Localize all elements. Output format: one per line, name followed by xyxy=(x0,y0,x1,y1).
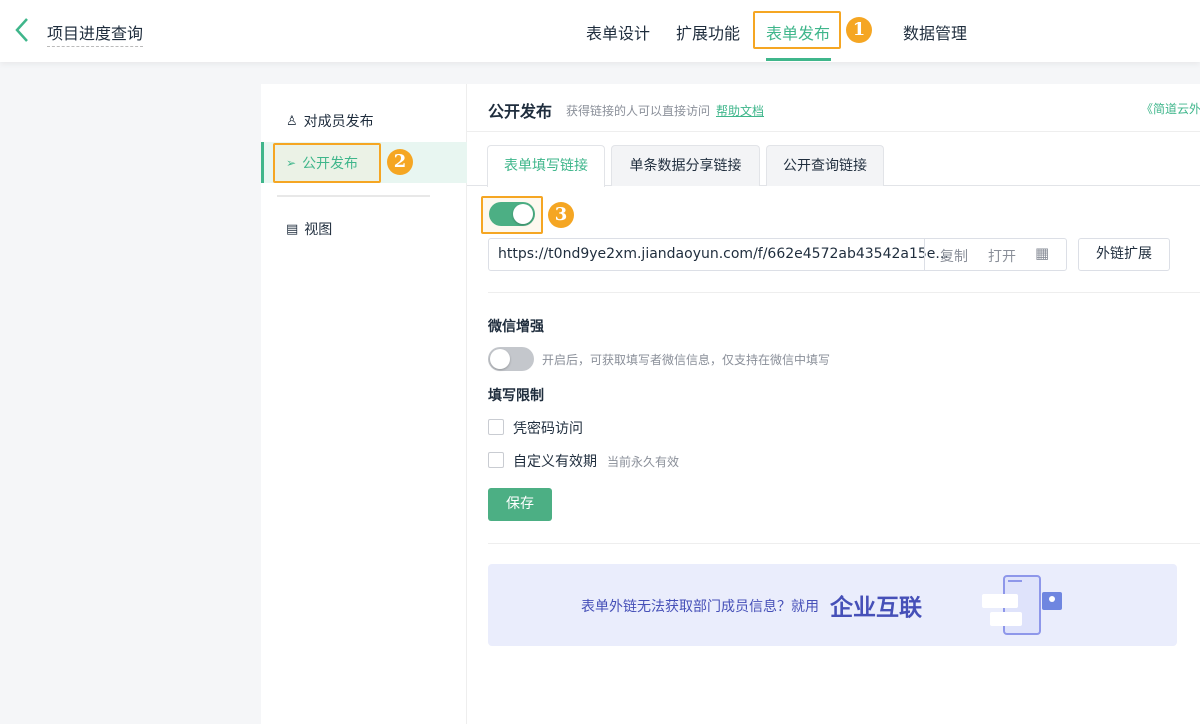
top-header: 项目进度查询 表单设计 扩展功能 表单发布 1 数据管理 xyxy=(0,0,1200,62)
page-title: 公开发布 xyxy=(488,102,553,121)
user-share-icon: ♙ xyxy=(286,113,298,129)
save-button[interactable]: 保存 xyxy=(488,488,552,521)
help-doc-link[interactable]: 帮助文档 xyxy=(716,102,764,119)
tab-share-link[interactable]: 单条数据分享链接 xyxy=(611,145,760,186)
password-checkbox[interactable] xyxy=(488,419,504,435)
validity-note: 当前永久有效 xyxy=(607,455,680,469)
enterprise-illustration-icon xyxy=(982,575,1062,635)
annotation-badge-2: 2 xyxy=(387,149,413,175)
copy-button[interactable]: 复制 xyxy=(940,246,968,266)
wechat-desc: 开启后，可获取填写者微信信息，仅支持在微信中填写 xyxy=(542,353,831,367)
validity-label: 自定义有效期 xyxy=(513,454,597,470)
nav-form-design[interactable]: 表单设计 xyxy=(586,20,650,44)
banner-text: 表单外链无法获取部门成员信息？就用 xyxy=(581,599,819,615)
back-chevron-icon[interactable] xyxy=(12,16,32,44)
send-icon: ➢ xyxy=(286,156,297,170)
wechat-title: 微信增强 xyxy=(488,319,544,335)
active-nav-underline xyxy=(766,58,831,61)
limit-title: 填写限制 xyxy=(488,388,544,404)
nav-form-publish[interactable]: 表单发布 xyxy=(766,20,830,44)
qrcode-icon[interactable]: ▦ xyxy=(1035,244,1049,262)
divider xyxy=(924,239,925,270)
banner-highlight: 企业互联 xyxy=(830,595,922,621)
url-text[interactable]: https://t0nd9ye2xm.jiandaoyun.com/f/662e… xyxy=(498,246,949,262)
sidebar-item-label: 视图 xyxy=(304,222,333,238)
sidebar-item-views[interactable]: ▤ 视图 xyxy=(286,219,332,239)
sidebar-item-label: 公开发布 xyxy=(302,156,359,172)
sidebar-item-label: 对成员发布 xyxy=(303,114,374,130)
list-icon: ▤ xyxy=(286,221,299,237)
sidebar-item-publish-members[interactable]: ♙ 对成员发布 xyxy=(286,111,374,131)
validity-checkbox[interactable] xyxy=(488,452,504,468)
page-subtitle: 获得链接的人可以直接访问 xyxy=(566,104,711,118)
nav-extensions[interactable]: 扩展功能 xyxy=(676,20,740,44)
nav-data-management[interactable]: 数据管理 xyxy=(903,20,967,44)
sidebar-item-public-publish[interactable]: ➢ 公开发布 xyxy=(286,153,358,173)
tab-query-link[interactable]: 公开查询链接 xyxy=(766,145,884,186)
link-enabled-toggle[interactable] xyxy=(489,202,535,226)
tab-fill-link[interactable]: 表单填写链接 xyxy=(487,145,605,187)
divider xyxy=(488,543,1200,544)
extend-link-button[interactable]: 外链扩展 xyxy=(1078,238,1170,271)
url-field: https://t0nd9ye2xm.jiandaoyun.com/f/662e… xyxy=(488,238,1067,271)
annotation-badge-1: 1 xyxy=(846,17,872,43)
divider xyxy=(277,195,430,197)
external-guide-link[interactable]: 《简道云外 xyxy=(1141,100,1200,117)
divider xyxy=(467,131,1200,132)
divider xyxy=(488,292,1200,293)
open-button[interactable]: 打开 xyxy=(988,246,1016,266)
annotation-badge-3: 3 xyxy=(548,202,574,228)
enterprise-link-banner[interactable]: 表单外链无法获取部门成员信息？就用 企业互联 xyxy=(488,564,1177,646)
wechat-toggle[interactable] xyxy=(488,347,534,371)
app-title[interactable]: 项目进度查询 xyxy=(47,20,144,47)
password-label: 凭密码访问 xyxy=(513,421,583,437)
